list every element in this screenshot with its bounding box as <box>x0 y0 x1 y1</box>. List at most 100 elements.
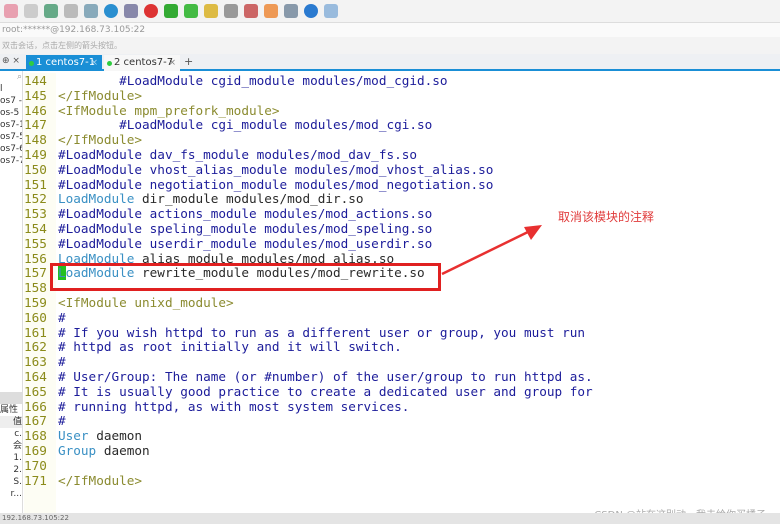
code-line: 147 #LoadModule cgi_module modules/mod_c… <box>24 117 593 133</box>
add-tab-button[interactable]: + <box>184 55 193 68</box>
code-line: 170 <box>24 458 593 474</box>
session-item[interactable]: os7 -4 <box>0 95 22 107</box>
code-token: </IfModule> <box>58 132 143 148</box>
tab-centos7-1[interactable]: 1 centos7-1 × <box>26 55 102 71</box>
line-number: 144 <box>24 73 47 88</box>
code-line: 149 #LoadModule dav_fs_module modules/mod… <box>24 146 593 163</box>
chat-icon[interactable] <box>324 4 338 18</box>
lock-icon[interactable] <box>204 4 218 18</box>
code-token: # <box>58 413 66 429</box>
code-line: 148 </IfModule> <box>24 132 593 148</box>
status-bar: 192.168.73.105:22 <box>0 513 780 524</box>
code-token: #LoadModule actions_module modules/mod_a… <box>58 206 433 222</box>
line-number: 167 <box>24 413 47 429</box>
tab-centos7-7[interactable]: 2 centos7-7 × <box>104 55 180 71</box>
code-token: dir_module modules/mod_dir.so <box>134 191 364 207</box>
new-session-icon[interactable] <box>44 4 58 18</box>
code-line: 171 </IfModule> <box>24 472 593 489</box>
line-number: 169 <box>24 442 47 458</box>
record-icon[interactable] <box>144 4 158 18</box>
session-item[interactable]: os7-5 <box>0 131 22 143</box>
session-sidebar: ⌕ l os7 -4 os-5 os7-1 os7-5 os7-6 os7-7 … <box>0 71 23 513</box>
props-title: 属性 <box>0 405 19 415</box>
transfer-icon[interactable] <box>84 4 98 18</box>
close-icon[interactable]: × <box>168 55 176 71</box>
line-number: 154 <box>24 220 47 236</box>
code-line: 159 <IfModule unixd_module> <box>24 294 593 311</box>
line-number: 159 <box>24 294 47 310</box>
code-token: #LoadModule cgi_module modules/mod_cgi.s… <box>58 117 433 133</box>
code-token: # If you wish httpd to run as a differen… <box>58 324 586 340</box>
code-token: </IfModule> <box>58 472 143 488</box>
code-token: daemon <box>88 428 143 444</box>
help-icon[interactable] <box>304 4 318 18</box>
session-item[interactable]: l <box>0 83 22 95</box>
line-number: 151 <box>24 176 47 192</box>
line-number: 171 <box>24 472 47 488</box>
session-item[interactable]: os7-1 <box>0 119 22 131</box>
line-number: 153 <box>24 206 47 222</box>
hint-bar: 双击会话，点击左侧的箭头按钮。 <box>0 37 780 54</box>
code-token: #LoadModule negotiation_module modules/m… <box>58 176 494 192</box>
session-item[interactable]: os7-6 <box>0 143 22 155</box>
scrollbar[interactable] <box>0 392 22 404</box>
status-dot-icon <box>29 61 34 66</box>
fullscreen-icon[interactable] <box>184 4 198 18</box>
line-number: 164 <box>24 368 47 384</box>
disconnect-icon[interactable] <box>24 4 38 18</box>
font-icon[interactable] <box>124 4 138 18</box>
toolbar <box>0 0 780 22</box>
session-item[interactable]: os-5 <box>0 107 22 119</box>
folder-icon[interactable] <box>264 4 278 18</box>
address-bar[interactable]: root:******@192.168.73.105:22 <box>0 22 780 37</box>
line-number: 148 <box>24 132 47 148</box>
code-token: </IfModule> <box>58 87 143 103</box>
prop-item: 2. <box>13 465 22 475</box>
code-token: # User/Group: The name (or #number) of t… <box>58 368 593 384</box>
code-token: #LoadModule dav_fs_module modules/mod_da… <box>58 146 418 162</box>
code-token: daemon <box>96 442 150 458</box>
keyboard-icon[interactable] <box>224 4 238 18</box>
line-number: 147 <box>24 117 47 133</box>
annotation-text: 取消该模块的注释 <box>558 210 655 224</box>
code-line: 162 # httpd as root initially and it will… <box>24 339 593 355</box>
session-item[interactable]: os7-7 <box>0 155 22 167</box>
prop-item: S. <box>13 477 22 487</box>
search-icon[interactable]: ⌕ <box>0 71 22 83</box>
pen-icon[interactable] <box>244 4 258 18</box>
highlight-box <box>50 263 441 291</box>
line-number: 145 <box>24 87 47 103</box>
arrow-icon <box>441 225 542 276</box>
connect-icon[interactable] <box>4 4 18 18</box>
code-line: 166 # running httpd, as with most system … <box>24 398 593 415</box>
code-token: # <box>58 354 66 370</box>
close-icon[interactable]: × <box>90 55 98 71</box>
code-line: 152 LoadModule dir_module modules/mod_dir… <box>24 191 593 207</box>
code-line: 144 #LoadModule cgid_module modules/mod_… <box>24 73 593 89</box>
code-token: <IfModule unixd_module> <box>58 294 234 310</box>
code-line: 160 # <box>24 309 593 326</box>
code-line: 150 #LoadModule vhost_alias_module module… <box>24 162 593 178</box>
prop-item: 1. <box>13 453 22 463</box>
code-token: # <box>58 309 66 325</box>
code-line: 161 # If you wish httpd to run as a diffe… <box>24 324 593 341</box>
layout-icon[interactable] <box>284 4 298 18</box>
code-token: # running httpd, as with most system ser… <box>58 398 410 414</box>
pin-close-icon[interactable]: ⊕ × <box>2 56 20 66</box>
code-line: 165 # It is usually good practice to crea… <box>24 383 593 400</box>
prop-item: 会 <box>12 441 22 451</box>
code-line: 167 # <box>24 413 593 429</box>
code-token: # It is usually good practice to create … <box>58 383 593 399</box>
line-number: 155 <box>24 235 47 251</box>
code-token: # httpd as root initially and it will sw… <box>58 339 402 355</box>
line-number: 149 <box>24 146 47 162</box>
search-icon[interactable] <box>64 4 78 18</box>
globe-icon[interactable] <box>104 4 118 18</box>
code-token: LoadModule <box>58 191 135 207</box>
code-token: #LoadModule userdir_module modules/mod_u… <box>58 235 433 251</box>
line-number: 163 <box>24 354 47 370</box>
line-number: 162 <box>24 339 47 355</box>
script-icon[interactable] <box>164 4 178 18</box>
line-number: 160 <box>24 309 47 325</box>
line-number: 165 <box>24 383 47 399</box>
